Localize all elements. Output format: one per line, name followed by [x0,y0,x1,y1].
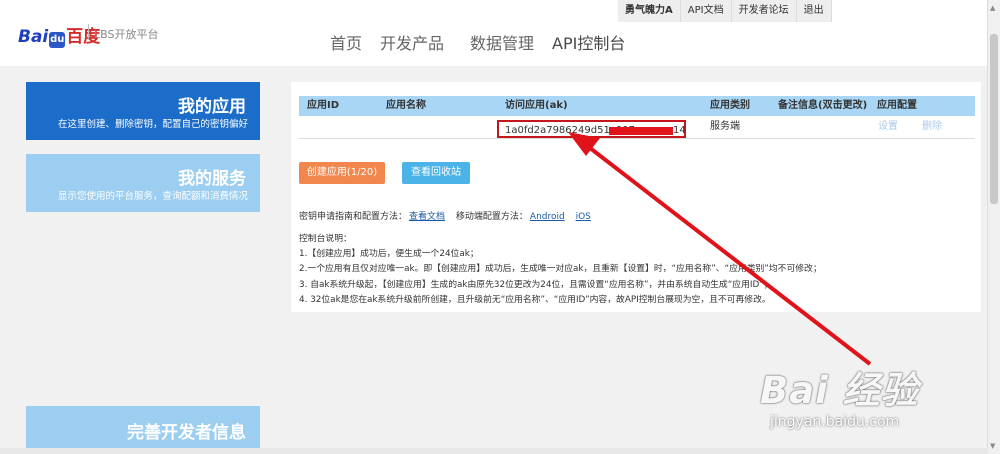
dev-forum-link[interactable]: 开发者论坛 [732,0,797,22]
header: Bai du 百度 LBS开放平台 勇气魄力A API文档 开发者论坛 退出 首页 … [0,0,988,66]
notes-line: 2.一个应用有且仅对应唯一ak。即【创建应用】成功后，生成唯一对应ak，且重新【… [299,264,822,275]
paw-icon: du [49,32,66,48]
sidebar-item-my-apps[interactable]: 我的应用 在这里创建、删除密钥，配置自己的密钥偏好 [26,82,260,140]
ios-link[interactable]: iOS [576,212,591,222]
col-app-id: 应用ID [307,100,340,111]
scroll-thumb[interactable] [990,34,998,204]
username-link[interactable]: 勇气魄力A [618,0,681,22]
android-link[interactable]: Android [530,212,565,222]
guide-line: 密钥申请指南和配置方法： 查看文档 移动端配置方法： Android iOS [299,209,593,222]
col-note: 备注信息(双击更改) [778,100,868,111]
col-app-name: 应用名称 [386,100,426,111]
col-type: 应用类别 [710,100,750,111]
apps-table: 应用ID 应用名称 访问应用(ak) 应用类别 备注信息(双击更改) 应用配置 … [299,96,975,139]
col-config: 应用配置 [877,100,917,111]
sidebar-item-title: 我的服务 [178,169,246,189]
sidebar-item-title: 完善开发者信息 [127,423,246,443]
scroll-up-icon[interactable]: ▲ [990,4,995,12]
top-links: 勇气魄力A API文档 开发者论坛 退出 [618,0,832,22]
main-nav: 首页 开发产品 数据管理 API控制台 [330,30,643,54]
mobile-label: 移动端配置方法： [455,212,528,222]
ak-highlight-box[interactable]: 1a0fd2a7986249d51a997 14 [497,120,686,138]
sidebar-item-title: 我的应用 [178,97,246,117]
nav-products[interactable]: 开发产品 [380,30,444,54]
ak-tail: 14 [673,125,686,136]
redaction-bar [609,127,673,135]
watermark-logo: Bai 经验 [760,369,919,412]
nav-home[interactable]: 首页 [330,30,362,54]
nav-api-console[interactable]: API控制台 [552,30,625,54]
table-header: 应用ID 应用名称 访问应用(ak) 应用类别 备注信息(双击更改) 应用配置 [299,96,975,116]
recycle-bin-button[interactable]: 查看回收站 [402,162,470,184]
baidu-jingyan-watermark: Bai 经验 jingyan.baidu.com [760,360,950,454]
nav-data[interactable]: 数据管理 [470,30,534,54]
set-link[interactable]: 设置 [878,117,898,137]
sidebar-item-desc: 在这里创建、删除密钥，配置自己的密钥偏好 [57,119,248,130]
console-notes: 控制台说明： 1.【创建应用】成功后，便生成一个24位ak； 2.一个应用有且仅… [299,232,822,308]
logout-link[interactable]: 退出 [797,0,832,22]
notes-line: 3. 自ak系统升级起，【创建应用】生成的ak由原先32位更改为24位，且需设置… [299,279,773,290]
notes-line: 4. 32位ak是您在ak系统升级前所创建，且升级前无“应用名称”、“应用ID”… [299,294,771,305]
sidebar-item-desc: 显示您使用的平台服务，查询配额和消费情况 [57,191,248,202]
view-doc-link[interactable]: 查看文档 [409,212,445,222]
brand-divider [88,24,89,40]
notes-title: 控制台说明： [299,234,352,244]
platform-name: LBS开放平台 [94,28,159,41]
api-docs-link[interactable]: API文档 [681,0,732,22]
notes-line: 1.【创建应用】成功后，便生成一个24位ak； [299,249,479,260]
sidebar-item-dev-info[interactable]: 完善开发者信息 [26,406,260,454]
watermark-url: jingyan.baidu.com [770,414,900,430]
horizontal-scrollbar[interactable] [0,448,988,454]
vertical-scrollbar[interactable]: ▲ ▼ [987,0,1000,454]
create-app-button[interactable]: 创建应用(1/20) [299,162,385,184]
sidebar-item-my-services[interactable]: 我的服务 显示您使用的平台服务，查询配额和消费情况 [26,154,260,212]
delete-link[interactable]: 删除 [922,117,942,137]
scroll-down-icon[interactable]: ▼ [990,442,995,450]
row-type: 服务端 [710,121,740,132]
col-ak: 访问应用(ak) [505,100,568,111]
logo-text-bai: Bai [18,27,49,47]
guide-label: 密钥申请指南和配置方法： [299,212,408,222]
